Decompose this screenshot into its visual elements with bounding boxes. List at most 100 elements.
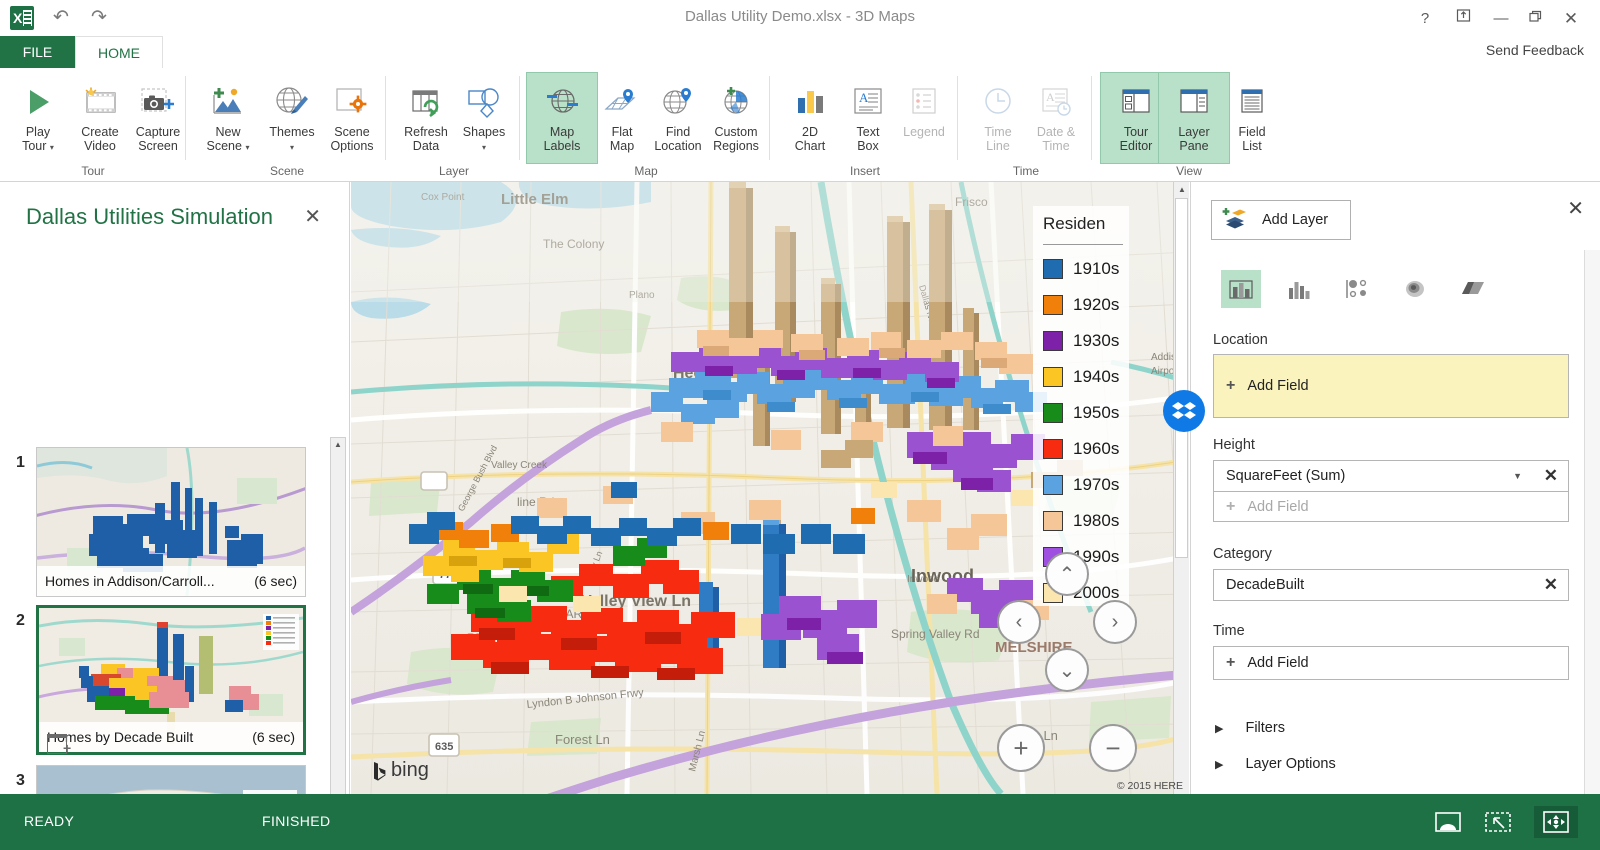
layer-options-expander[interactable]: ▶ Layer Options [1215, 756, 1336, 772]
chevron-down-icon[interactable]: ▾ [290, 143, 294, 152]
height-field-value: SquareFeet (Sum) [1226, 468, 1346, 484]
map-zoom-in-button[interactable]: + [997, 724, 1045, 772]
svg-text:Spring Valley Rd: Spring Valley Rd [891, 627, 980, 641]
ribbon-button-capture-screen[interactable]: Capture Screen [122, 72, 194, 164]
play-triangle-icon [3, 79, 73, 125]
add-layer-button[interactable]: Add Layer [1211, 200, 1351, 240]
time-add-field-box[interactable]: + Add Field [1213, 646, 1569, 680]
category-field-value-box[interactable]: DecadeBuilt ✕ [1213, 569, 1569, 601]
selection-view-icon[interactable] [1476, 806, 1520, 838]
legend-entry: 1960s [1043, 431, 1121, 467]
ribbon-label: Field [1238, 125, 1266, 139]
layer-pane-scrollbar[interactable] [1584, 250, 1600, 794]
map-pan-up-button[interactable]: ⌃ [1045, 552, 1089, 596]
stacked-column-icon[interactable] [1221, 270, 1261, 308]
chevron-down-icon[interactable]: ▾ [50, 143, 54, 152]
ribbon-label: Custom [714, 125, 758, 139]
bing-logo: bing [373, 759, 429, 782]
title-bar: X ↶ ↷ Dallas Utility Demo.xlsx - 3D Maps… [0, 0, 1600, 36]
ribbon-group-time: Time Line A Date & Time Time [960, 68, 1092, 182]
tab-home[interactable]: HOME [75, 36, 163, 68]
chevron-right-icon: ▶ [1215, 722, 1224, 735]
chevron-down-icon[interactable]: ▾ [482, 143, 486, 152]
help-button[interactable]: ? [1410, 6, 1440, 32]
location-add-field-box[interactable]: + Add Field [1213, 354, 1569, 418]
scroll-up-arrow-icon[interactable]: ▲ [331, 438, 345, 452]
ribbon-label2: Tour [22, 139, 47, 153]
ribbon-button-field-list[interactable]: Field List [1216, 72, 1288, 164]
ribbon-button-custom-regions[interactable]: Custom Regions [700, 72, 772, 164]
scroll-up-arrow-icon[interactable]: ▲ [1175, 183, 1189, 197]
map-viewport[interactable]: Little Elm Cox Point The Colony Frisco P… [351, 182, 1189, 794]
restore-button[interactable] [1520, 6, 1550, 32]
plus-icon: + [1226, 497, 1236, 515]
send-feedback-link[interactable]: Send Feedback [1486, 42, 1584, 58]
location-add-field-label: Add Field [1247, 378, 1309, 394]
bubble-icon[interactable] [1337, 270, 1377, 308]
filters-expander[interactable]: ▶ Filters [1215, 720, 1285, 736]
legend-entry: 1930s [1043, 323, 1121, 359]
svg-text:A: A [859, 90, 869, 105]
chevron-down-icon[interactable]: ▾ [245, 143, 249, 152]
category-field-value: DecadeBuilt [1226, 577, 1305, 593]
ribbon-label: Date & [1036, 125, 1076, 139]
ribbon-label2: List [1242, 139, 1262, 153]
legend-label: 1940s [1073, 367, 1120, 386]
scene-name: Homes by Decade Built [47, 729, 194, 745]
close-icon[interactable]: ✕ [304, 204, 321, 229]
height-field-value-box[interactable]: SquareFeet (Sum) ▼ ✕ [1213, 460, 1569, 492]
category-field-label: Category [1213, 546, 1272, 562]
remove-height-field-icon[interactable]: ✕ [1544, 466, 1558, 486]
ribbon-label2: Options [330, 139, 374, 153]
scene-number: 3 [16, 772, 25, 789]
ribbon-button-scene-options[interactable]: Scene Options [316, 72, 388, 164]
custom-regions-globe-icon [701, 79, 771, 125]
ribbon-group-scene: New Scene ▾ Themes ▾ Scene Options Scene [188, 68, 386, 182]
heat-map-icon[interactable] [1395, 270, 1435, 308]
tour-pane-scrollbar[interactable]: ▲ ▼ [330, 437, 346, 850]
legend-swatch [1043, 511, 1063, 531]
scene-thumbnail-1[interactable]: Homes in Addison/Carroll... (6 sec) [36, 447, 306, 597]
ribbon-group-label: View [1176, 164, 1202, 178]
chevron-down-icon[interactable]: ▼ [1513, 471, 1522, 481]
map-pan-right-button[interactable]: › [1093, 600, 1137, 644]
height-add-field-box[interactable]: + Add Field [1213, 492, 1569, 522]
close-icon[interactable]: ✕ [1567, 196, 1584, 221]
scene-thumbnail-2[interactable]: Homes by Decade Built (6 sec) [36, 605, 306, 755]
new-scene-icon [193, 79, 263, 125]
height-field-label: Height [1213, 437, 1255, 453]
map-pan-left-button[interactable]: ‹ [997, 600, 1041, 644]
region-icon[interactable] [1453, 270, 1493, 308]
legend-label: 1930s [1073, 331, 1120, 350]
ribbon-label2: Time [1042, 139, 1070, 153]
ribbon-label: Capture [135, 125, 181, 139]
add-layer-icon [1222, 206, 1248, 235]
map-pan-down-button[interactable]: ⌄ [1045, 648, 1089, 692]
layer-options-label: Layer Options [1245, 756, 1336, 772]
minimize-button[interactable]: — [1486, 6, 1516, 32]
field-list-icon [1217, 79, 1287, 125]
ribbon-display-options-icon[interactable] [1448, 6, 1478, 32]
map-vertical-scrollbar[interactable]: ▲ [1173, 182, 1189, 794]
date-time-icon: A [1021, 79, 1091, 125]
svg-text:Forest Ln: Forest Ln [555, 732, 610, 747]
tab-file[interactable]: FILE [0, 36, 75, 68]
map-zoom-out-button[interactable]: − [1089, 724, 1137, 772]
ribbon-button-shapes[interactable]: Shapes ▾ [448, 72, 520, 164]
ribbon-label: Scene [334, 125, 370, 139]
horizon-view-icon[interactable] [1426, 806, 1470, 838]
scrollbar-thumb[interactable] [1175, 198, 1188, 558]
ribbon-label2: Screen [138, 139, 178, 153]
remove-category-field-icon[interactable]: ✕ [1544, 575, 1558, 595]
pan-navigate-icon[interactable] [1534, 806, 1578, 838]
close-button[interactable]: ✕ [1556, 6, 1586, 32]
scene-duration: (6 sec) [254, 573, 297, 589]
ribbon-button-new-scene[interactable]: New Scene ▾ [192, 72, 264, 164]
ribbon-group-layer: Refresh Data Shapes ▾ Layer [388, 68, 520, 182]
ribbon-label: Play [25, 125, 51, 139]
dropbox-icon[interactable] [1163, 390, 1205, 432]
status-ready: READY [24, 813, 75, 829]
legend-swatch [1043, 439, 1063, 459]
clustered-column-icon[interactable] [1279, 270, 1319, 308]
add-scene-icon[interactable]: + [47, 728, 75, 756]
